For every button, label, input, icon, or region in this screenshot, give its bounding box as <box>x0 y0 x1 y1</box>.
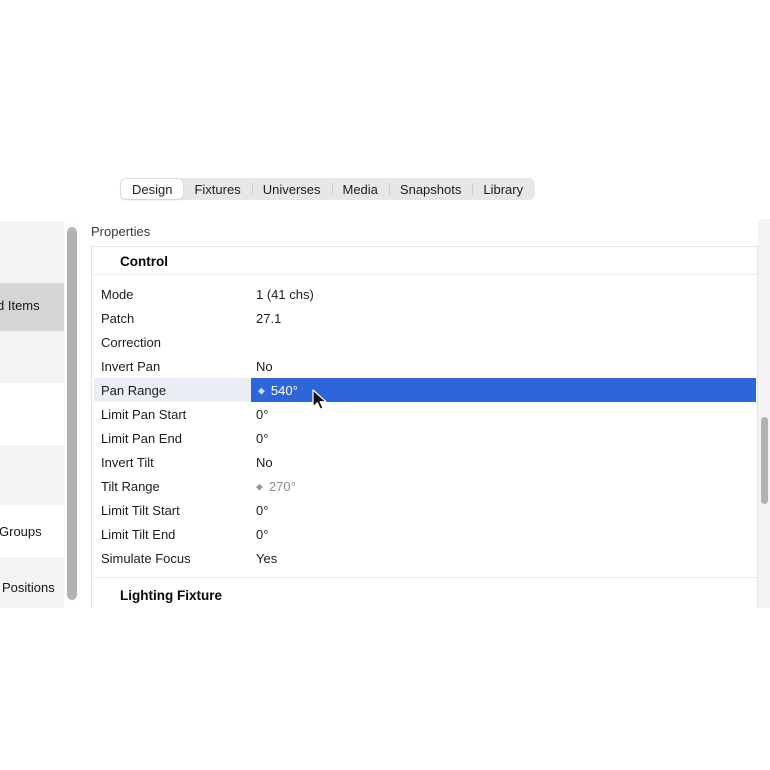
screenshot-canvas: DesignFixturesUniversesMediaSnapshotsLib… <box>0 0 770 770</box>
sidebar-band <box>0 445 64 506</box>
property-row-correction[interactable]: Correction <box>92 330 757 354</box>
property-value: 27.1 <box>256 311 281 326</box>
property-value-text: 540° <box>271 383 298 398</box>
sidebar-item-label[interactable]: d Items <box>0 298 40 313</box>
property-value: 0° <box>256 503 268 518</box>
property-label: Limit Tilt Start <box>101 503 180 518</box>
property-label: Correction <box>101 335 161 350</box>
property-label: Patch <box>101 311 134 326</box>
property-label: Limit Pan End <box>101 431 182 446</box>
property-row-limit-pan-start[interactable]: Limit Pan Start 0° <box>92 402 757 426</box>
property-label: Invert Pan <box>101 359 160 374</box>
property-label: Invert Tilt <box>101 455 154 470</box>
property-value-text: 0° <box>256 527 268 542</box>
property-label: Limit Tilt End <box>101 527 175 542</box>
property-row-simulate-focus[interactable]: Simulate Focus Yes <box>92 546 757 570</box>
properties-rows: Mode 1 (41 chs) Patch 27.1 Correction Invert … <box>92 282 757 570</box>
property-row-tilt-range[interactable]: Tilt Range ◆ 270° <box>92 474 757 498</box>
tab-fixtures[interactable]: Fixtures <box>183 179 251 199</box>
property-label: Tilt Range <box>101 479 160 494</box>
property-value-text: 27.1 <box>256 311 281 326</box>
properties-panel: Control Mode 1 (41 chs) Patch 27.1 Correctio… <box>91 246 758 608</box>
sidebar-band <box>0 221 64 283</box>
property-value-text: No <box>256 359 273 374</box>
property-label: Pan Range <box>101 383 166 398</box>
properties-panel-title: Properties <box>91 224 150 239</box>
app-window: DesignFixturesUniversesMediaSnapshotsLib… <box>0 0 770 608</box>
property-value: No <box>256 455 273 470</box>
property-row-limit-tilt-end[interactable]: Limit Tilt End 0° <box>92 522 757 546</box>
tab-snapshots[interactable]: Snapshots <box>389 179 472 199</box>
property-label: Simulate Focus <box>101 551 191 566</box>
highlight-value-background <box>251 378 756 402</box>
sidebar: d Items Groups Positions <box>0 221 65 608</box>
properties-scrollbar-thumb[interactable] <box>761 417 768 504</box>
main-tab-bar: DesignFixturesUniversesMediaSnapshotsLib… <box>120 178 535 200</box>
property-label: Limit Pan Start <box>101 407 186 422</box>
property-row-limit-tilt-start[interactable]: Limit Tilt Start 0° <box>92 498 757 522</box>
divider <box>92 577 757 578</box>
sidebar-scrollbar-thumb[interactable] <box>67 227 77 600</box>
property-value-text: 270° <box>269 479 296 494</box>
property-row-mode[interactable]: Mode 1 (41 chs) <box>92 282 757 306</box>
tab-design[interactable]: Design <box>121 179 183 199</box>
range-diamond-icon: ◆ <box>256 482 263 491</box>
property-value: ◆ 540° <box>258 383 298 398</box>
property-value-text: 1 (41 chs) <box>256 287 314 302</box>
property-value: Yes <box>256 551 277 566</box>
property-value: 0° <box>256 431 268 446</box>
tab-media[interactable]: Media <box>332 179 389 199</box>
property-value: 0° <box>256 407 268 422</box>
property-value-text: 0° <box>256 503 268 518</box>
property-row-invert-tilt[interactable]: Invert Tilt No <box>92 450 757 474</box>
property-value-text: 0° <box>256 407 268 422</box>
property-value: No <box>256 359 273 374</box>
property-row-patch[interactable]: Patch 27.1 <box>92 306 757 330</box>
tab-universes[interactable]: Universes <box>252 179 332 199</box>
divider <box>92 274 757 275</box>
range-diamond-icon: ◆ <box>258 386 265 395</box>
property-label: Mode <box>101 287 134 302</box>
property-value: ◆ 270° <box>256 479 296 494</box>
section-header-lighting-fixture: Lighting Fixture <box>120 588 222 603</box>
property-value-text: No <box>256 455 273 470</box>
property-value-text: 0° <box>256 431 268 446</box>
tab-library[interactable]: Library <box>472 179 534 199</box>
properties-scrollbar-track <box>758 219 770 608</box>
sidebar-band <box>0 383 64 446</box>
section-header-control: Control <box>120 254 168 269</box>
sidebar-item-label[interactable]: Groups <box>0 524 42 539</box>
property-value-text: Yes <box>256 551 277 566</box>
property-row-invert-pan[interactable]: Invert Pan No <box>92 354 757 378</box>
property-row-pan-range[interactable]: Pan Range ◆ 540° <box>92 378 757 402</box>
sidebar-item-label[interactable]: Positions <box>2 580 55 595</box>
sidebar-band <box>0 331 64 383</box>
property-value: 0° <box>256 527 268 542</box>
property-value: 1 (41 chs) <box>256 287 314 302</box>
property-row-limit-pan-end[interactable]: Limit Pan End 0° <box>92 426 757 450</box>
